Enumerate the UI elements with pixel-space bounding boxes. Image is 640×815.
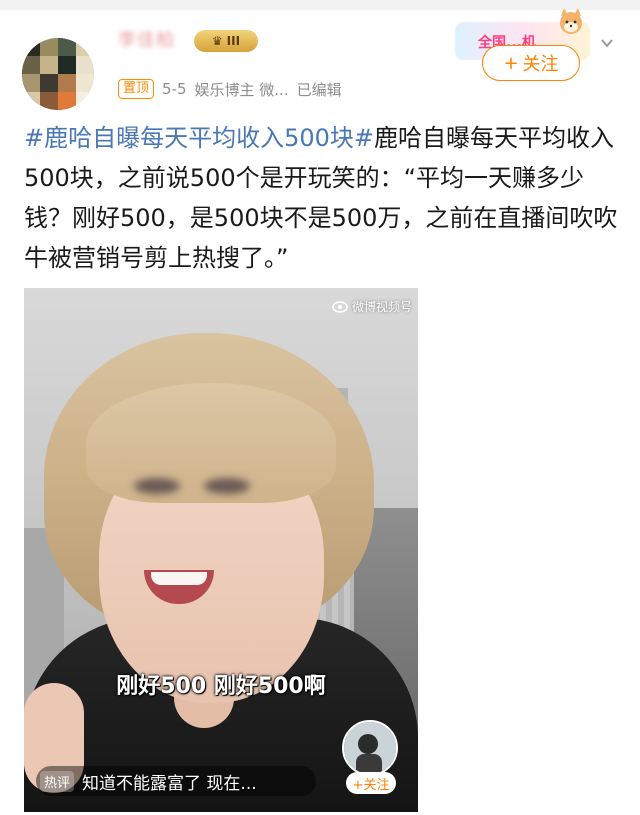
crown-icon: ♛ [211, 34, 223, 48]
video-subtitle: 刚好500 刚好500啊 [116, 674, 326, 699]
post-text: #鹿哈自曝每天平均收入500块#鹿哈自曝每天平均收入500块，之前说500个是开… [24, 118, 624, 278]
edited-label: 已编辑 [296, 80, 342, 99]
blurred-eye [134, 478, 180, 494]
plus-icon: + [503, 52, 519, 74]
hot-comment-badge: 热评 [40, 770, 75, 792]
shiba-icon [560, 8, 582, 34]
teeth [151, 572, 207, 585]
avatar[interactable] [22, 38, 94, 110]
post-meta: 置顶 5-5 娱乐博主 微... 已编辑 [118, 78, 342, 100]
follow-button[interactable]: + 关注 [482, 45, 580, 81]
video-watermark: 微博视频号 [332, 298, 412, 315]
author-label: 娱乐博主 微... [194, 80, 289, 99]
mini-follow-button[interactable]: +关注 [346, 772, 396, 794]
hot-comment-text: 知道不能露富了 现在... [82, 773, 257, 794]
chevron-down-icon[interactable] [600, 36, 614, 50]
hashtag-link[interactable]: #鹿哈自曝每天平均收入500块# [24, 124, 374, 152]
video-author-avatar[interactable] [342, 720, 398, 776]
watermark-text: 微博视频号 [351, 300, 412, 314]
post-date: 5-5 [162, 80, 187, 98]
level-badge-label: III [226, 34, 241, 48]
weibo-eye-icon [332, 300, 348, 313]
hot-comment[interactable]: 热评 知道不能露富了 现在... [36, 766, 316, 796]
follow-button-label: 关注 [522, 54, 559, 75]
level-badge: ♛ III [194, 30, 258, 52]
pin-tag: 置顶 [118, 79, 155, 99]
username[interactable]: 李佳柏 [118, 30, 188, 52]
top-strip [0, 0, 640, 10]
blurred-eye [204, 478, 250, 494]
video-player[interactable]: 微博视频号 刚好500 刚好500啊 热评 知道不能露富了 现在... +关注 [24, 288, 418, 812]
